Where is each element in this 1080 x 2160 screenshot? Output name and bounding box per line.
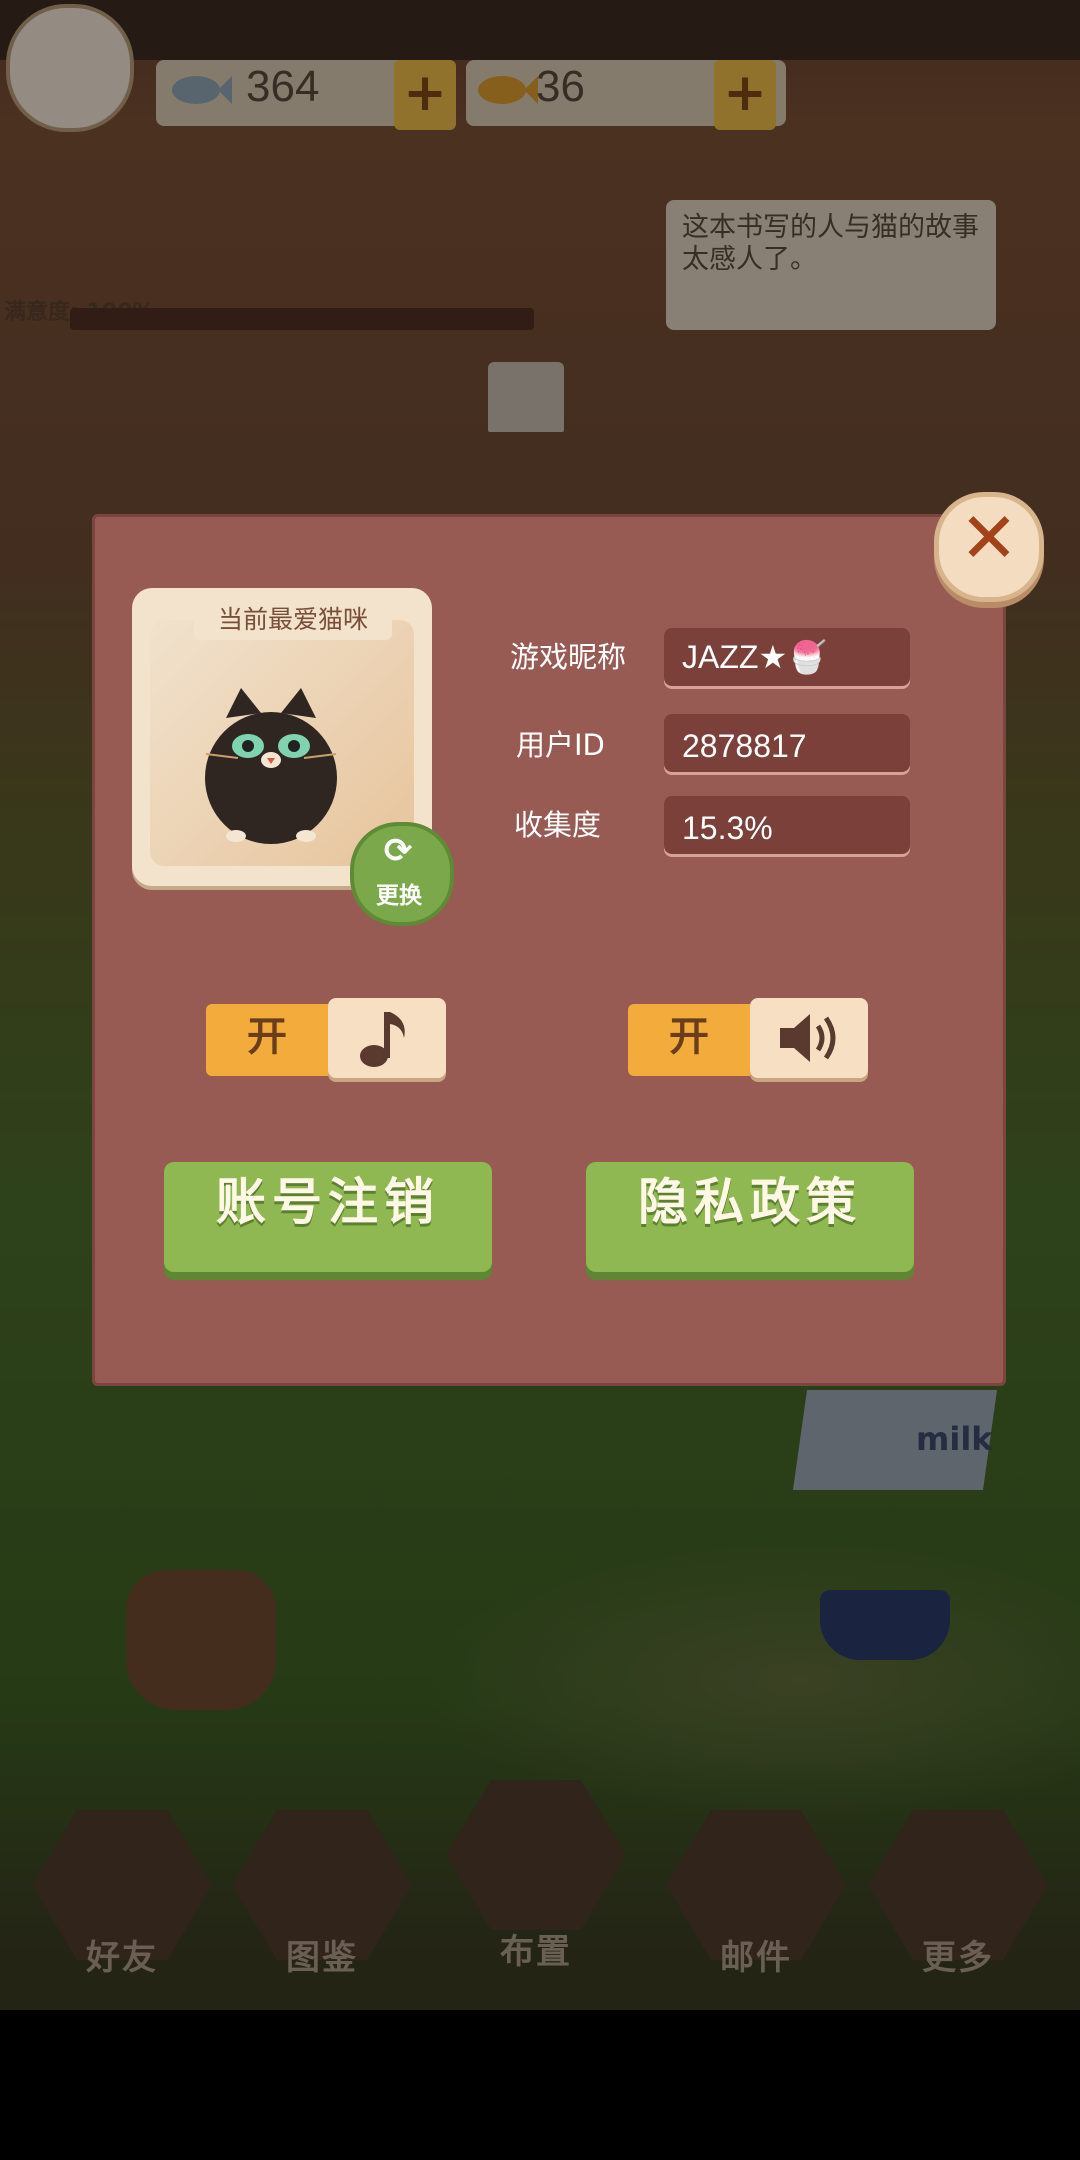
- collection-label: 收集度: [514, 808, 602, 842]
- speaker-icon: [780, 1014, 836, 1062]
- music-toggle[interactable]: 开: [206, 1004, 328, 1076]
- privacy-policy-button[interactable]: 隐私政策: [586, 1162, 914, 1272]
- music-note-icon: [360, 1012, 405, 1067]
- user-id-label: 用户ID: [516, 728, 605, 762]
- letterbox: [0, 2010, 1080, 2160]
- black-cat-portrait: [205, 688, 337, 844]
- swap-cat-label: 更换: [376, 883, 422, 909]
- delete-account-label: 账号注销: [216, 1173, 440, 1231]
- close-icon: ✕: [959, 497, 1019, 579]
- nickname-value: JAZZ★🍧: [682, 639, 827, 675]
- user-id-value: 2878817: [682, 728, 807, 764]
- close-button[interactable]: ✕: [934, 492, 1044, 602]
- delete-account-button[interactable]: 账号注销: [164, 1162, 492, 1272]
- sound-toggle-icon-box[interactable]: [750, 998, 868, 1078]
- music-toggle-icon-box[interactable]: [328, 998, 446, 1078]
- privacy-policy-label: 隐私政策: [638, 1173, 862, 1231]
- nickname-label: 游戏昵称: [510, 640, 627, 674]
- sound-toggle[interactable]: 开: [628, 1004, 750, 1076]
- refresh-icon: ⟳: [383, 831, 413, 871]
- music-toggle-state: 开: [247, 1014, 287, 1060]
- favorite-cat-title: 当前最爱猫咪: [217, 605, 368, 634]
- collection-value: 15.3%: [682, 810, 773, 846]
- sound-toggle-state: 开: [669, 1014, 709, 1060]
